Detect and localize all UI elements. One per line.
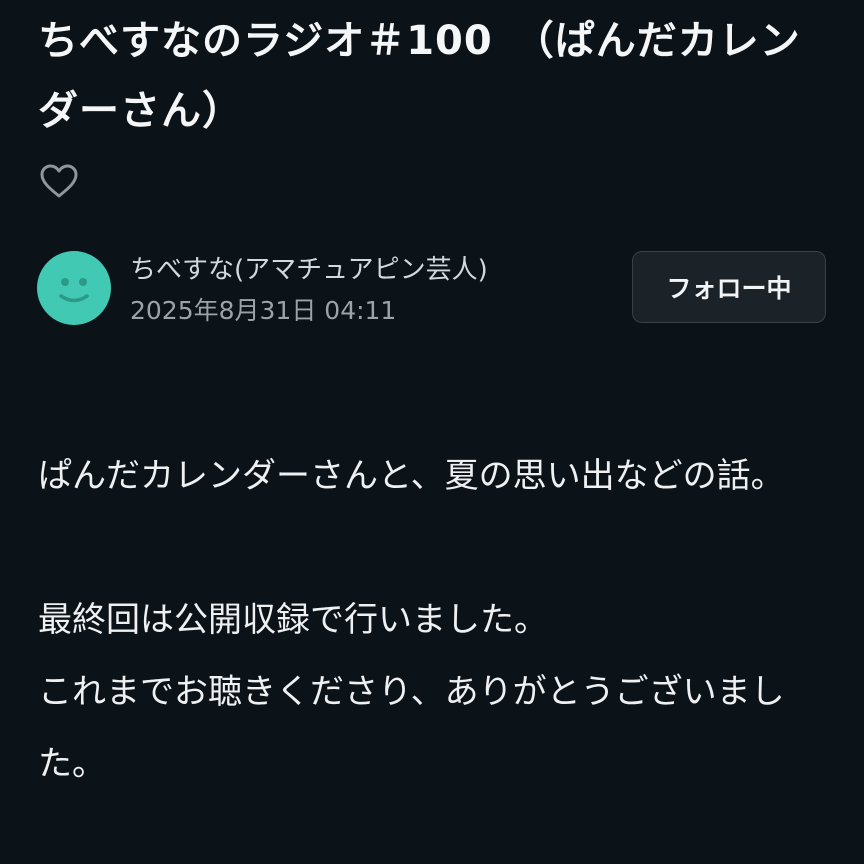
article-title: ちべすなのラジオ＃100 （ぱんだカレンダーさん） [38,18,801,134]
post-date: 2025年8月31日 04:11 [130,296,397,325]
author-name[interactable]: ちべすな(アマチュアピン芸人) [130,252,488,288]
follow-button[interactable]: フォロー中 [632,251,826,323]
article-body: ぱんだカレンダーさんと、夏の思い出などの話。 最終回は公開収録で行いました。 こ… [38,440,828,800]
author-avatar[interactable] [37,251,111,325]
like-button[interactable] [38,162,80,202]
smiley-face-icon [59,278,89,303]
body-paragraph: ぱんだカレンダーさんと、夏の思い出などの話。 [38,456,785,496]
body-paragraph: 最終回は公開収録で行いました。 これまでお聴きくださり、ありがとうございました。 [38,600,785,784]
heart-outline-icon [40,164,78,198]
